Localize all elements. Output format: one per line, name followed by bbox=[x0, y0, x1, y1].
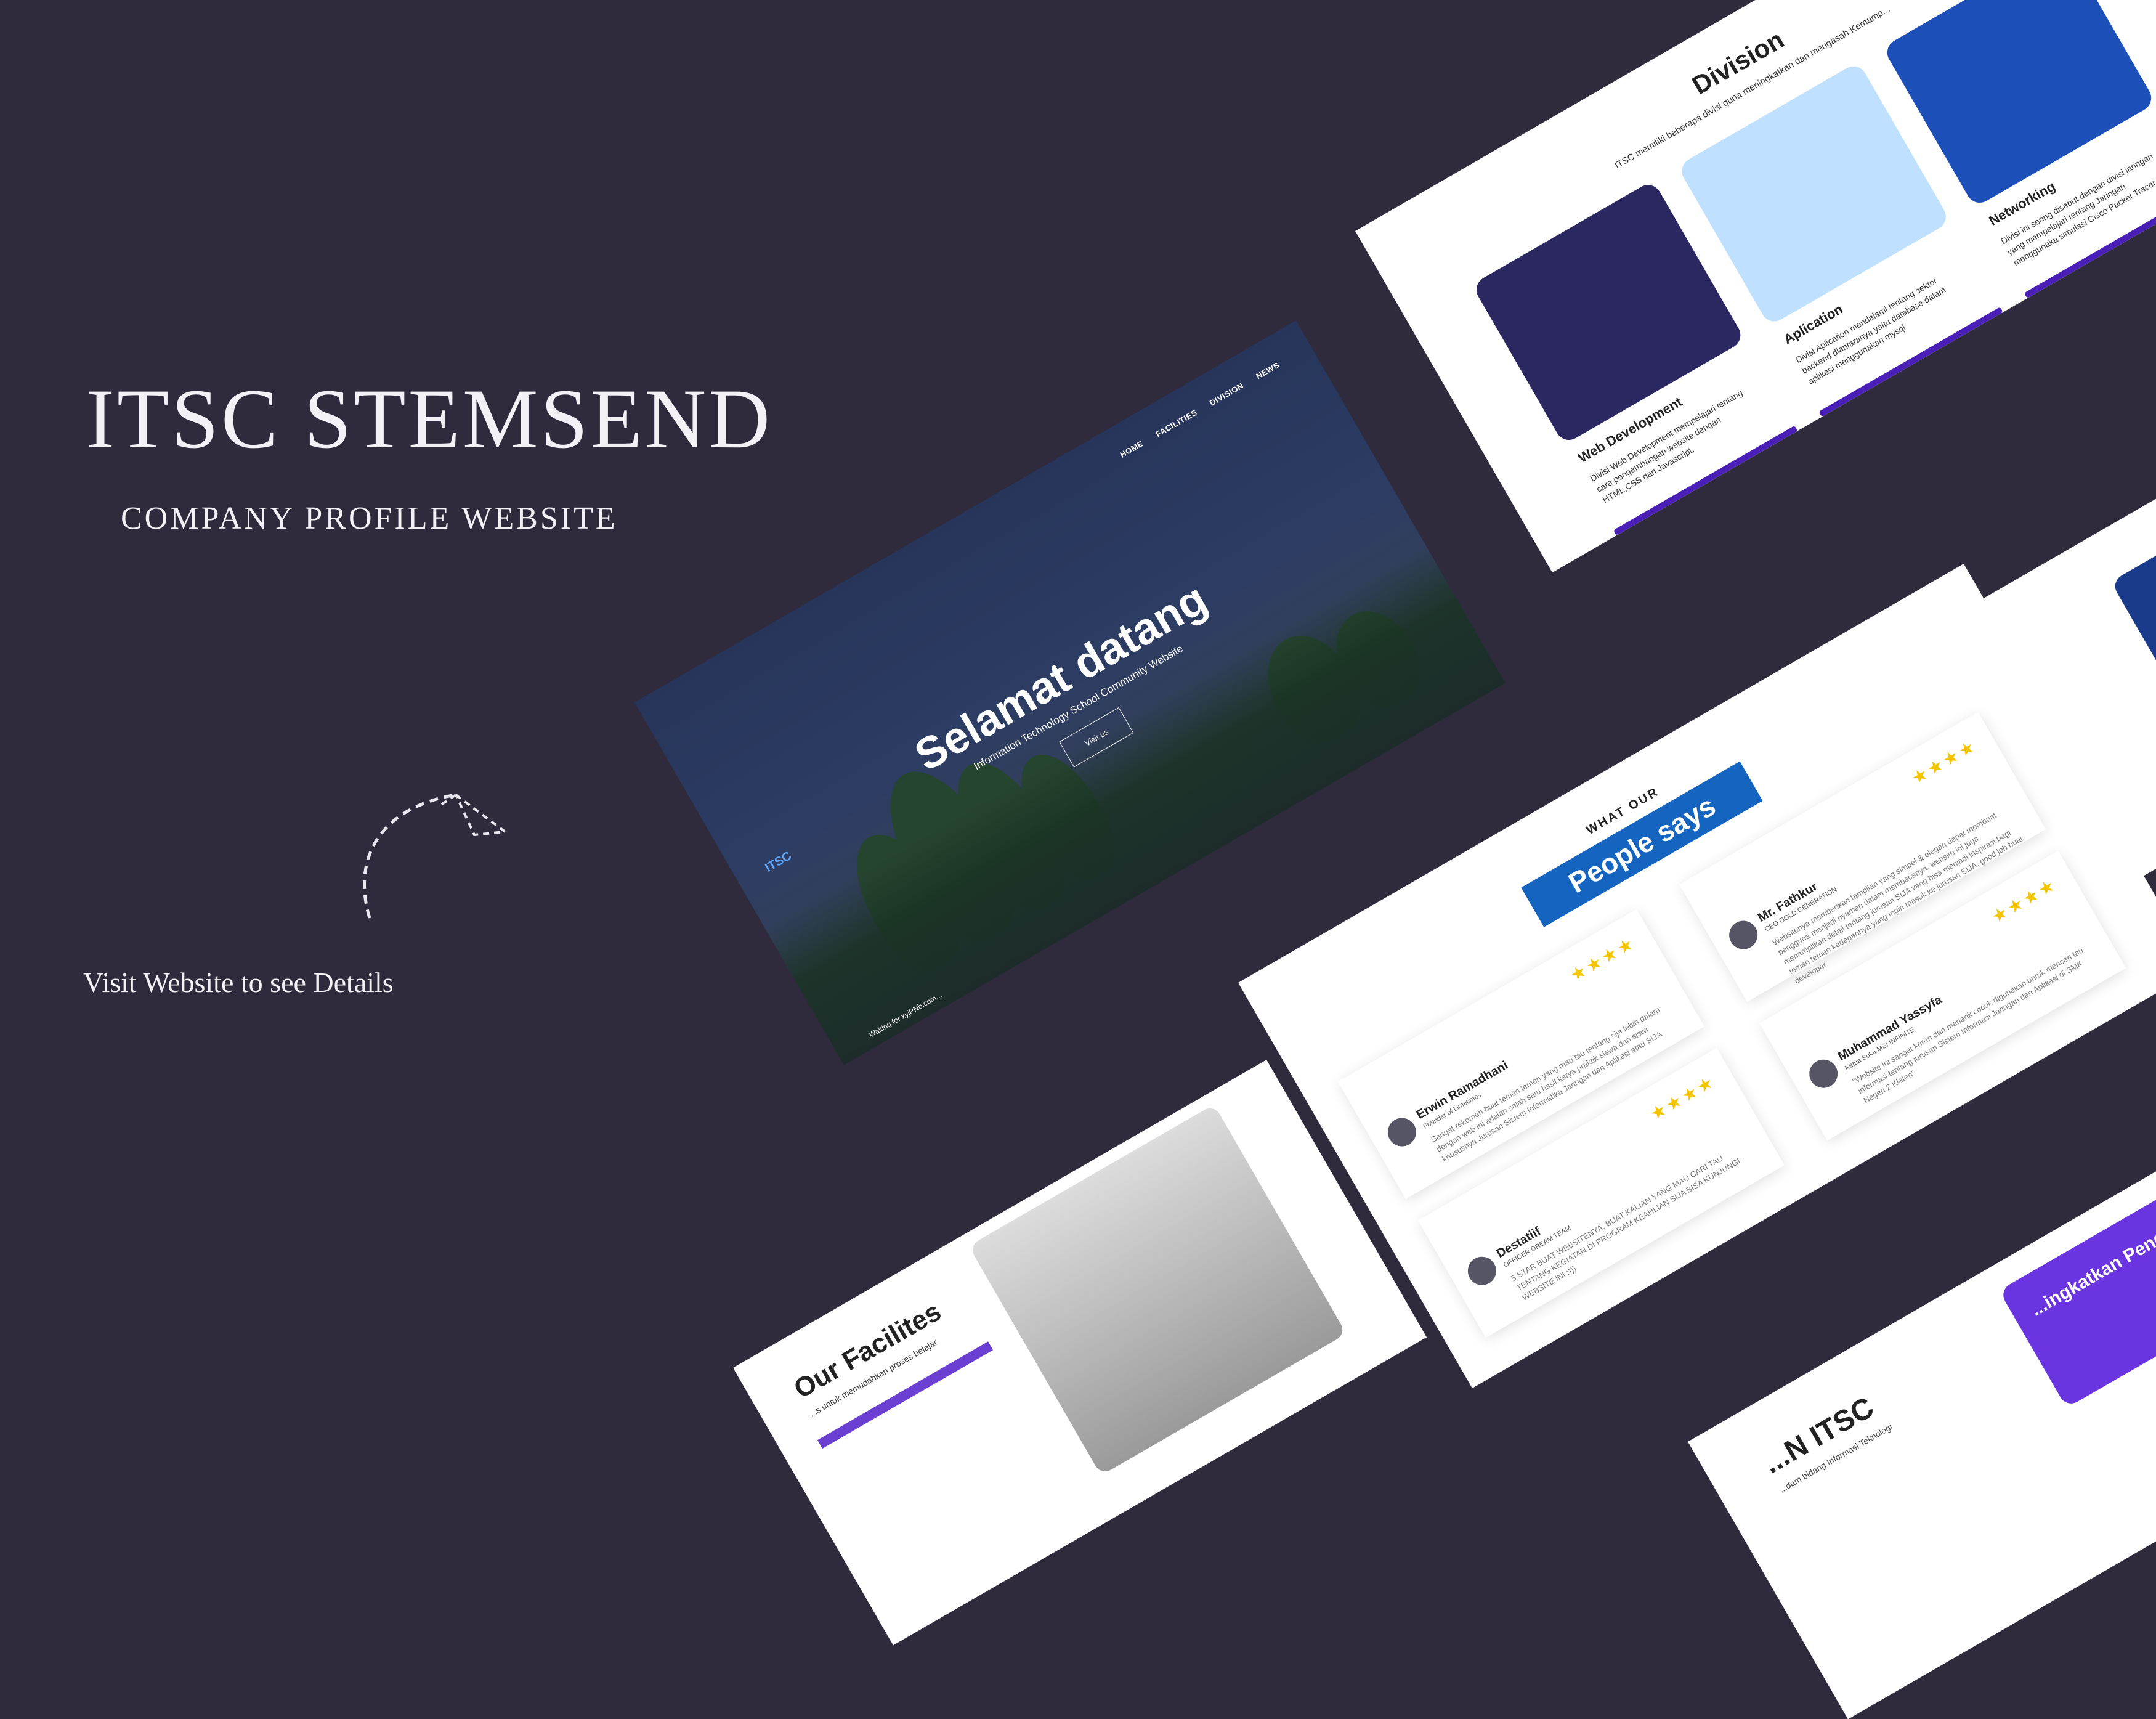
facility-photo bbox=[968, 1104, 1347, 1476]
rating-stars-icon: ★★★★ bbox=[1988, 874, 2061, 927]
testimonial-text: 5 STAR BUAT WEBSITENYA, BUAT KALIAN YANG… bbox=[1509, 1153, 1742, 1302]
visit-website-text: Visit Website to see Details bbox=[83, 967, 394, 998]
page-subtitle: COMPANY PROFILE WEBSITE bbox=[121, 501, 618, 536]
rating-stars-icon: ★★★★ bbox=[1647, 1071, 1719, 1124]
avatar bbox=[1724, 916, 1763, 954]
rating-stars-icon: ★★★★ bbox=[1566, 932, 1639, 985]
rating-stars-icon: ★★★★ bbox=[1908, 735, 1980, 788]
about-card: ...ingkatkan Pengetahuan bbox=[1998, 1142, 2156, 1408]
facilities-panel: Our Facilites ...s untuk memudahkan pros… bbox=[733, 1060, 1427, 1646]
partial-illustration bbox=[2110, 489, 2156, 742]
curved-arrow-icon bbox=[363, 793, 509, 919]
avatar bbox=[1382, 1113, 1422, 1152]
avatar bbox=[1804, 1054, 1843, 1094]
page-title: ITSC STEMSEND bbox=[86, 372, 772, 466]
division-panel: Division ITSC memiliki beberapa divisi g… bbox=[1355, 0, 2156, 573]
about-card-text: ...ingkatkan Pengetahuan bbox=[2027, 1191, 2156, 1320]
avatar bbox=[1462, 1251, 1502, 1291]
